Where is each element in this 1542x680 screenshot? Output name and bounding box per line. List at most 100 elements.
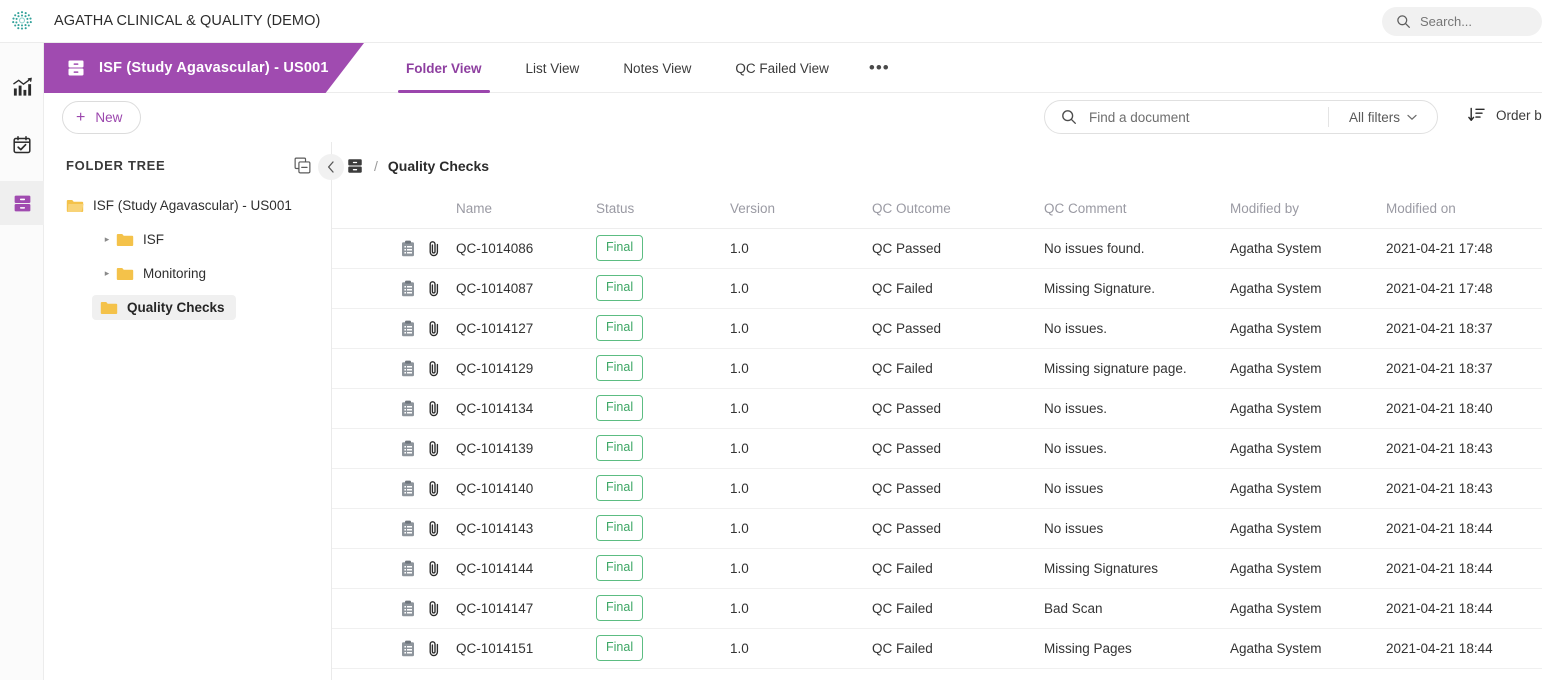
tree-node-monitoring[interactable]: ▸ Monitoring bbox=[44, 256, 331, 290]
column-header-modified-by[interactable]: Modified by bbox=[1230, 190, 1386, 229]
all-filters-dropdown[interactable]: All filters bbox=[1329, 110, 1437, 125]
cell-name[interactable]: QC-1014127 bbox=[456, 308, 596, 349]
table-row[interactable]: QC-1014140 Final 1.0 QC Passed No issues Agat… bbox=[332, 468, 1542, 509]
cell-name[interactable]: QC-1014129 bbox=[456, 348, 596, 389]
document-icon[interactable] bbox=[400, 480, 416, 497]
document-icon[interactable] bbox=[400, 440, 416, 457]
chevron-right-icon[interactable]: ▸ bbox=[100, 268, 114, 279]
column-header-qc-outcome[interactable]: QC Outcome bbox=[872, 190, 1044, 229]
view-tabs: Folder View List View Notes View QC Fail… bbox=[384, 43, 908, 93]
document-icon[interactable] bbox=[400, 520, 416, 537]
cell-name[interactable]: QC-1014140 bbox=[456, 468, 596, 509]
breadcrumb-separator: / bbox=[374, 158, 378, 174]
cell-name[interactable]: QC-1014144 bbox=[456, 548, 596, 589]
global-search-placeholder: Search... bbox=[1420, 14, 1473, 29]
paperclip-icon[interactable] bbox=[427, 240, 441, 257]
paperclip-icon[interactable] bbox=[427, 560, 441, 577]
cell-name[interactable]: QC-1014134 bbox=[456, 388, 596, 429]
table-row[interactable]: QC-1014147 Final 1.0 QC Failed Bad Scan Agath… bbox=[332, 588, 1542, 629]
paperclip-icon[interactable] bbox=[427, 400, 441, 417]
document-icon[interactable] bbox=[400, 560, 416, 577]
rail-item-analytics[interactable] bbox=[0, 65, 44, 109]
search-icon bbox=[1061, 109, 1077, 125]
column-header-version[interactable]: Version bbox=[730, 190, 872, 229]
new-button-label: New bbox=[95, 110, 123, 125]
order-by-button[interactable]: Order b bbox=[1468, 107, 1542, 123]
rail-item-documents[interactable] bbox=[0, 181, 44, 225]
cell-modified-by: Agatha System bbox=[1230, 508, 1386, 549]
document-icon[interactable] bbox=[400, 240, 416, 257]
calendar-check-icon bbox=[12, 135, 32, 155]
paperclip-icon[interactable] bbox=[427, 600, 441, 617]
row-icons-cell bbox=[332, 348, 456, 389]
tab-notes-view[interactable]: Notes View bbox=[601, 43, 713, 93]
find-document-search[interactable]: Find a document All filters bbox=[1044, 100, 1438, 134]
document-icon[interactable] bbox=[400, 600, 416, 617]
cell-name[interactable]: QC-1014139 bbox=[456, 428, 596, 469]
table-row[interactable]: QC-1014151 Final 1.0 QC Failed Missing Pages… bbox=[332, 628, 1542, 669]
table-row[interactable]: QC-1014144 Final 1.0 QC Failed Missing Signa… bbox=[332, 548, 1542, 589]
column-header-name[interactable]: Name bbox=[456, 190, 596, 229]
cell-modified-by: Agatha System bbox=[1230, 388, 1386, 429]
agatha-dots-logo[interactable] bbox=[0, 0, 44, 43]
table-row[interactable]: QC-1014129 Final 1.0 QC Failed Missing signa… bbox=[332, 348, 1542, 389]
chevron-right-icon[interactable]: ▸ bbox=[100, 234, 114, 245]
document-icon[interactable] bbox=[400, 360, 416, 377]
table-row[interactable]: QC-1014139 Final 1.0 QC Passed No issues. Aga… bbox=[332, 428, 1542, 469]
tree-node-isf[interactable]: ▸ ISF bbox=[44, 222, 331, 256]
paperclip-icon[interactable] bbox=[427, 320, 441, 337]
table-row[interactable]: QC-1014086 Final 1.0 QC Passed No issues fou… bbox=[332, 228, 1542, 269]
cell-status: Final bbox=[596, 308, 730, 349]
cell-modified-on: 2021-04-21 18:44 bbox=[1386, 628, 1542, 669]
collapse-tree-panel-button[interactable] bbox=[318, 154, 344, 180]
status-badge: Final bbox=[596, 275, 644, 301]
cell-modified-on: 2021-04-21 17:48 bbox=[1386, 228, 1542, 269]
global-search-input[interactable]: Search... bbox=[1382, 7, 1542, 36]
document-icon[interactable] bbox=[400, 320, 416, 337]
tree-node-quality-checks[interactable]: Quality Checks bbox=[44, 290, 331, 324]
rail-item-tasks[interactable] bbox=[0, 123, 44, 167]
tab-qc-failed-view[interactable]: QC Failed View bbox=[713, 43, 851, 93]
column-header-icons[interactable] bbox=[332, 190, 456, 229]
more-tabs-button[interactable]: ••• bbox=[851, 43, 908, 93]
column-header-modified-on[interactable]: Modified on bbox=[1386, 190, 1542, 229]
breadcrumb-current: Quality Checks bbox=[387, 158, 490, 174]
cell-modified-by: Agatha System bbox=[1230, 468, 1386, 509]
file-cabinet-icon[interactable] bbox=[346, 157, 364, 175]
study-banner[interactable]: ISF (Study Agavascular) - US001 bbox=[44, 43, 364, 93]
paperclip-icon[interactable] bbox=[427, 440, 441, 457]
cell-status: Final bbox=[596, 468, 730, 509]
collapse-all-icon[interactable] bbox=[294, 157, 311, 174]
cell-qc-comment: No issues bbox=[1044, 468, 1230, 509]
find-document-input[interactable]: Find a document bbox=[1089, 110, 1328, 125]
tab-folder-view[interactable]: Folder View bbox=[384, 43, 504, 93]
ellipsis-icon: ••• bbox=[868, 58, 890, 77]
paperclip-icon[interactable] bbox=[427, 520, 441, 537]
cell-name[interactable]: QC-1014147 bbox=[456, 588, 596, 629]
row-icons-cell bbox=[332, 548, 456, 589]
cell-name[interactable]: QC-1014087 bbox=[456, 268, 596, 309]
cell-name[interactable]: QC-1014143 bbox=[456, 508, 596, 549]
cell-qc-comment: Bad Scan bbox=[1044, 588, 1230, 629]
row-icons-cell bbox=[332, 468, 456, 509]
cell-name[interactable]: QC-1014086 bbox=[456, 228, 596, 269]
table-row[interactable]: QC-1014143 Final 1.0 QC Passed No issues Agat… bbox=[332, 508, 1542, 549]
table-row[interactable]: QC-1014134 Final 1.0 QC Passed No issues. Aga… bbox=[332, 388, 1542, 429]
paperclip-icon[interactable] bbox=[427, 360, 441, 377]
paperclip-icon[interactable] bbox=[427, 280, 441, 297]
table-row[interactable]: QC-1014087 Final 1.0 QC Failed Missing Signa… bbox=[332, 268, 1542, 309]
column-header-status[interactable]: Status bbox=[596, 190, 730, 229]
column-header-qc-comment[interactable]: QC Comment bbox=[1044, 190, 1230, 229]
paperclip-icon[interactable] bbox=[427, 480, 441, 497]
cell-version: 1.0 bbox=[730, 468, 872, 509]
tree-node-study-root[interactable]: ISF (Study Agavascular) - US001 bbox=[44, 188, 331, 222]
document-icon[interactable] bbox=[400, 280, 416, 297]
cell-name[interactable]: QC-1014151 bbox=[456, 628, 596, 669]
tab-list-view[interactable]: List View bbox=[504, 43, 602, 93]
paperclip-icon[interactable] bbox=[427, 640, 441, 657]
cell-qc-comment: No issues. bbox=[1044, 388, 1230, 429]
document-icon[interactable] bbox=[400, 640, 416, 657]
document-icon[interactable] bbox=[400, 400, 416, 417]
new-button[interactable]: + New bbox=[62, 101, 142, 134]
table-row[interactable]: QC-1014127 Final 1.0 QC Passed No issues. Aga… bbox=[332, 308, 1542, 349]
